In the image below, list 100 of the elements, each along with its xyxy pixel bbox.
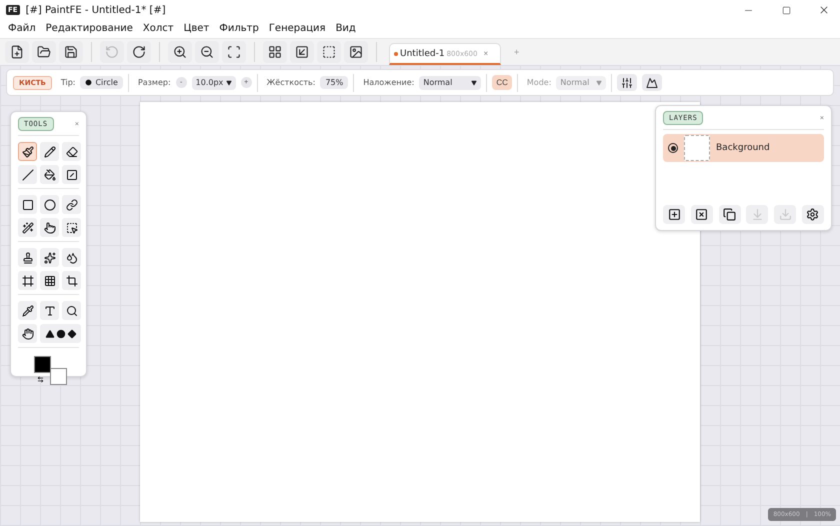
eraser-tool-button[interactable] bbox=[62, 142, 81, 161]
folder-icon bbox=[37, 44, 51, 59]
menu-item[interactable]: Фильтр bbox=[214, 23, 264, 34]
menu-item[interactable]: Файл bbox=[3, 23, 41, 34]
zoom-out-button[interactable] bbox=[195, 40, 219, 63]
menu-item[interactable]: Вид bbox=[330, 23, 361, 34]
hardness-value[interactable]: 75% bbox=[320, 76, 348, 89]
grid-button[interactable] bbox=[263, 40, 287, 63]
search-icon bbox=[66, 304, 78, 316]
size-value: 10.0px bbox=[196, 78, 224, 87]
grid-icon bbox=[44, 274, 56, 286]
mountain-icon bbox=[646, 76, 658, 88]
pipette-tool-button[interactable] bbox=[18, 301, 37, 320]
tab-close-button[interactable]: × bbox=[479, 49, 488, 58]
duplicate-icon bbox=[723, 208, 736, 221]
hand-tool-button[interactable] bbox=[18, 324, 37, 343]
circle-icon bbox=[44, 198, 56, 210]
diamond-icon bbox=[66, 328, 76, 338]
droplets-icon bbox=[66, 252, 78, 264]
rectangle-icon bbox=[22, 198, 34, 210]
delete-layer-button[interactable] bbox=[690, 205, 713, 224]
folder-button[interactable] bbox=[32, 40, 56, 63]
blend-value: Normal bbox=[423, 78, 452, 87]
adjustments-button[interactable] bbox=[617, 74, 638, 91]
caret-icon bbox=[471, 80, 478, 86]
flatten-icon bbox=[778, 208, 792, 221]
cc-button[interactable]: CC bbox=[492, 75, 512, 90]
pipette-icon bbox=[22, 304, 34, 316]
rectangle-tool-button[interactable] bbox=[18, 195, 37, 214]
menu-item[interactable]: Холст bbox=[138, 23, 179, 34]
brush-icon bbox=[22, 146, 34, 158]
text-tool-button[interactable] bbox=[40, 301, 59, 320]
swap-colors-icon[interactable] bbox=[36, 376, 44, 383]
dashed-square-pointer-tool-button[interactable] bbox=[62, 218, 81, 237]
redo-button[interactable] bbox=[127, 40, 151, 63]
menu-item[interactable]: Генерация bbox=[264, 23, 331, 34]
fit-screen-icon bbox=[227, 44, 241, 59]
window-title: [#] PaintFE - Untitled-1* [#] bbox=[26, 4, 167, 16]
duplicate-button[interactable] bbox=[718, 205, 741, 224]
hand-icon bbox=[22, 328, 34, 340]
stamp-tool-button[interactable] bbox=[18, 248, 37, 267]
layer-name: Background bbox=[716, 143, 770, 153]
secondary-color-swatch[interactable] bbox=[50, 368, 66, 385]
gradient-square-icon bbox=[66, 168, 78, 180]
menu-item[interactable]: Редактирование bbox=[40, 23, 138, 34]
dashed-square-icon bbox=[322, 44, 336, 59]
search-tool-button[interactable] bbox=[62, 301, 81, 320]
layer-thumbnail bbox=[684, 135, 710, 161]
paint-bucket-tool-button[interactable] bbox=[40, 165, 59, 184]
dashed-square-pointer-icon bbox=[66, 222, 78, 234]
tip-label: Tip: bbox=[60, 78, 76, 87]
add-layer-button[interactable] bbox=[663, 205, 685, 224]
sparkles-tool-button[interactable] bbox=[40, 248, 59, 267]
caret-icon bbox=[596, 80, 602, 86]
hardness-label: Жёсткость: bbox=[266, 78, 316, 87]
shapes-tool-button[interactable] bbox=[40, 324, 81, 343]
image-button[interactable] bbox=[344, 40, 368, 63]
save-button[interactable] bbox=[59, 40, 83, 63]
size-dropdown[interactable]: 10.0px bbox=[192, 76, 236, 90]
line-tool-button[interactable] bbox=[18, 165, 37, 184]
tip-value: Circle bbox=[95, 78, 118, 87]
mountain-button[interactable] bbox=[642, 74, 662, 91]
zoom-in-button[interactable] bbox=[168, 40, 192, 63]
settings-button[interactable] bbox=[802, 205, 824, 224]
gradient-square-tool-button[interactable] bbox=[62, 165, 81, 184]
menu-item[interactable]: Цвет bbox=[178, 23, 214, 34]
circle-tool-button[interactable] bbox=[40, 195, 59, 214]
magic-wand-tool-button[interactable] bbox=[18, 218, 37, 237]
layer-visibility-radio[interactable] bbox=[668, 143, 678, 153]
frame-tool-button[interactable] bbox=[18, 271, 37, 290]
pencil-tool-button[interactable] bbox=[40, 142, 59, 161]
mode-value: Normal bbox=[560, 78, 590, 87]
droplets-tool-button[interactable] bbox=[62, 248, 81, 267]
resize-button[interactable] bbox=[290, 40, 314, 63]
sliders-icon bbox=[621, 76, 634, 88]
close-icon bbox=[818, 4, 830, 16]
redo-icon bbox=[132, 44, 146, 59]
primary-color-swatch[interactable] bbox=[34, 356, 50, 373]
brush-tool-button[interactable] bbox=[18, 142, 37, 161]
new-file-button[interactable] bbox=[5, 40, 29, 63]
layer-row[interactable]: Background bbox=[663, 134, 824, 162]
save-icon bbox=[64, 44, 78, 59]
blend-dropdown[interactable]: Normal bbox=[419, 76, 482, 90]
new-file-icon bbox=[10, 44, 24, 59]
circle-icon bbox=[56, 328, 66, 338]
delete-layer-icon bbox=[695, 208, 708, 221]
fit-screen-button[interactable] bbox=[222, 40, 246, 63]
tip-select[interactable]: Circle bbox=[80, 76, 123, 89]
link-tool-button[interactable] bbox=[62, 195, 81, 214]
mode-label: Mode: bbox=[526, 78, 552, 87]
crop-tool-button[interactable] bbox=[62, 271, 81, 290]
resize-icon bbox=[295, 44, 309, 59]
crop-icon bbox=[66, 274, 78, 286]
settings-icon bbox=[806, 208, 820, 221]
link-icon bbox=[66, 198, 78, 210]
dashed-square-button[interactable] bbox=[317, 40, 341, 63]
grid-tool-button[interactable] bbox=[40, 271, 59, 290]
magic-wand-icon bbox=[22, 222, 34, 234]
pointer-tool-button[interactable] bbox=[40, 218, 59, 237]
grid-icon bbox=[268, 44, 282, 59]
